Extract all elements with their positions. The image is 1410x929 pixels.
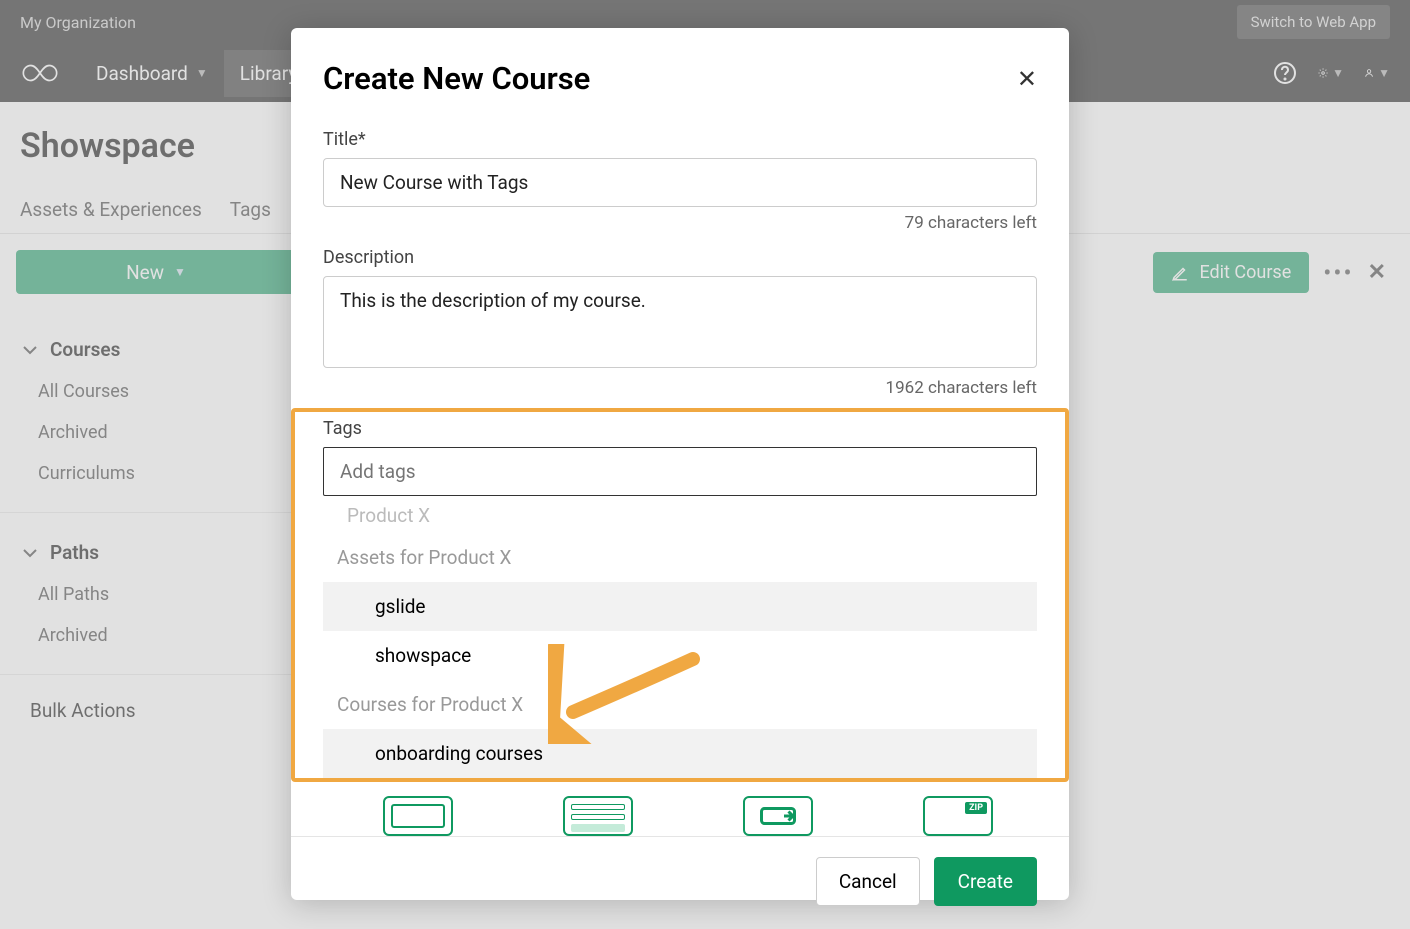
- tag-option-gslide[interactable]: gslide: [323, 582, 1037, 631]
- tag-group-faded: Product X: [323, 498, 1037, 533]
- tag-option-onboarding-courses[interactable]: onboarding courses: [323, 729, 1037, 778]
- zip-badge: ZIP: [965, 802, 987, 814]
- cancel-button[interactable]: Cancel: [816, 857, 920, 906]
- create-button[interactable]: Create: [934, 857, 1037, 906]
- tag-group-courses: Courses for Product X: [323, 680, 1037, 729]
- description-input[interactable]: [323, 276, 1037, 368]
- template-cards-row: ZIP: [383, 796, 1037, 836]
- tags-dropdown: Product X Assets for Product X gslide sh…: [323, 498, 1037, 778]
- tags-section-highlighted: Tags Product X Assets for Product X gsli…: [291, 408, 1069, 782]
- template-card-blank[interactable]: [383, 796, 453, 836]
- description-field-label: Description: [323, 247, 1037, 268]
- modal-title: Create New Course: [323, 60, 590, 97]
- title-field-label: Title*: [323, 129, 1037, 150]
- template-card-list[interactable]: [563, 796, 633, 836]
- template-card-zip[interactable]: ZIP: [923, 796, 993, 836]
- modal-close-button[interactable]: ✕: [1017, 65, 1037, 93]
- create-course-modal: Create New Course ✕ Title* 79 characters…: [291, 28, 1069, 900]
- title-helper-text: 79 characters left: [323, 213, 1037, 233]
- title-input[interactable]: [323, 158, 1037, 207]
- description-helper-text: 1962 characters left: [323, 378, 1037, 398]
- tag-group-assets: Assets for Product X: [323, 533, 1037, 582]
- tags-field-label: Tags: [323, 412, 1037, 439]
- tag-option-showspace[interactable]: showspace: [323, 631, 1037, 680]
- template-card-link[interactable]: [743, 796, 813, 836]
- tags-input[interactable]: [323, 447, 1037, 496]
